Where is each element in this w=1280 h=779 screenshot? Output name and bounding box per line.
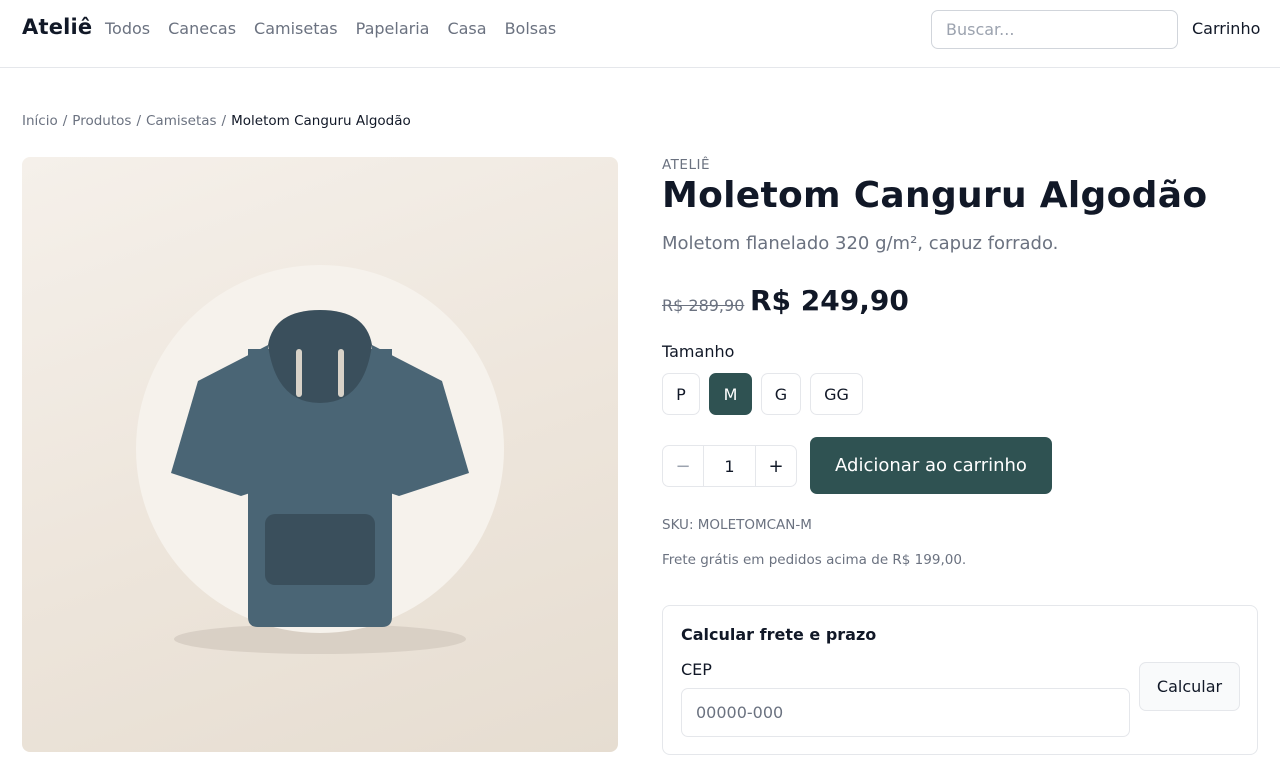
nav-item-todos[interactable]: Todos [105,19,150,38]
nav-item-casa[interactable]: Casa [447,19,486,38]
size-option-p[interactable]: P [662,373,700,415]
product-image[interactable] [22,157,618,752]
shipping-calculator: Calcular frete e prazo CEP Calcular [662,605,1258,755]
breadcrumb-separator: / [136,113,141,129]
search-input[interactable] [931,10,1178,49]
add-to-cart-button[interactable]: Adicionar ao carrinho [810,437,1052,494]
breadcrumb-separator: / [221,113,227,129]
quantity-input[interactable] [704,446,755,486]
brand-logo[interactable]: Ateliê [22,15,92,39]
breadcrumb: Início / Produtos / Camisetas / Moletom … [22,113,411,129]
hoodie-illustration-icon [136,265,504,654]
size-selector: P M G GG [662,373,863,415]
shipping-calculator-title: Calcular frete e prazo [681,625,877,644]
product-title: Moletom Canguru Algodão [662,175,1208,216]
main-nav: Todos Canecas Camisetas Papelaria Casa B… [105,19,556,38]
size-option-gg[interactable]: GG [810,373,863,415]
breadcrumb-item-produtos[interactable]: Produtos [72,113,131,129]
calculate-shipping-button[interactable]: Calcular [1139,662,1240,711]
size-option-m[interactable]: M [709,373,752,415]
product-subtitle: Moletom flanelado 320 g/m², capuz forrad… [662,233,1059,254]
quantity-stepper: − + [662,445,797,487]
free-shipping-note: Frete grátis em pedidos acima de R$ 199,… [662,552,967,568]
decrease-quantity-button[interactable]: − [663,446,704,486]
cart-link[interactable]: Carrinho [1192,19,1260,38]
nav-item-camisetas[interactable]: Camisetas [254,19,338,38]
breadcrumb-item-camisetas[interactable]: Camisetas [146,113,217,129]
breadcrumb-item-inicio[interactable]: Início [22,113,58,129]
current-price: R$ 249,90 [750,284,909,317]
product-brand: ATELIÊ [662,157,710,173]
increase-quantity-button[interactable]: + [755,446,796,486]
cep-input[interactable] [681,688,1130,737]
product-sku: SKU: MOLETOMCAN-M [662,517,812,533]
breadcrumb-separator: / [62,113,68,129]
size-option-g[interactable]: G [761,373,801,415]
nav-item-canecas[interactable]: Canecas [168,19,236,38]
nav-item-bolsas[interactable]: Bolsas [505,19,557,38]
cep-label: CEP [681,660,712,679]
site-header: Ateliê Todos Canecas Camisetas Papelaria… [0,0,1280,68]
breadcrumb-current: Moletom Canguru Algodão [231,113,411,129]
size-label: Tamanho [662,342,735,361]
nav-item-papelaria[interactable]: Papelaria [356,19,430,38]
old-price: R$ 289,90 [662,296,745,315]
